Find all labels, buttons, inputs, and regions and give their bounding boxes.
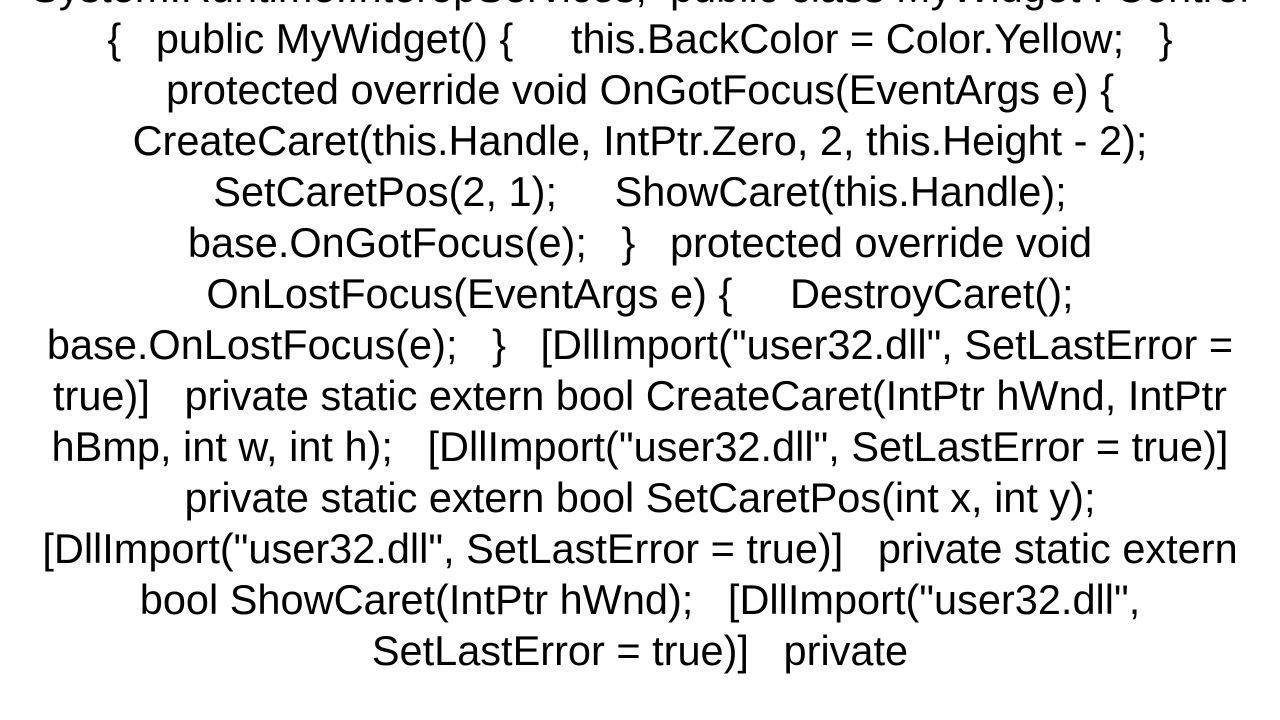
code-text-block: System.Runtime.InteropServices; public c…: [0, 0, 1280, 676]
